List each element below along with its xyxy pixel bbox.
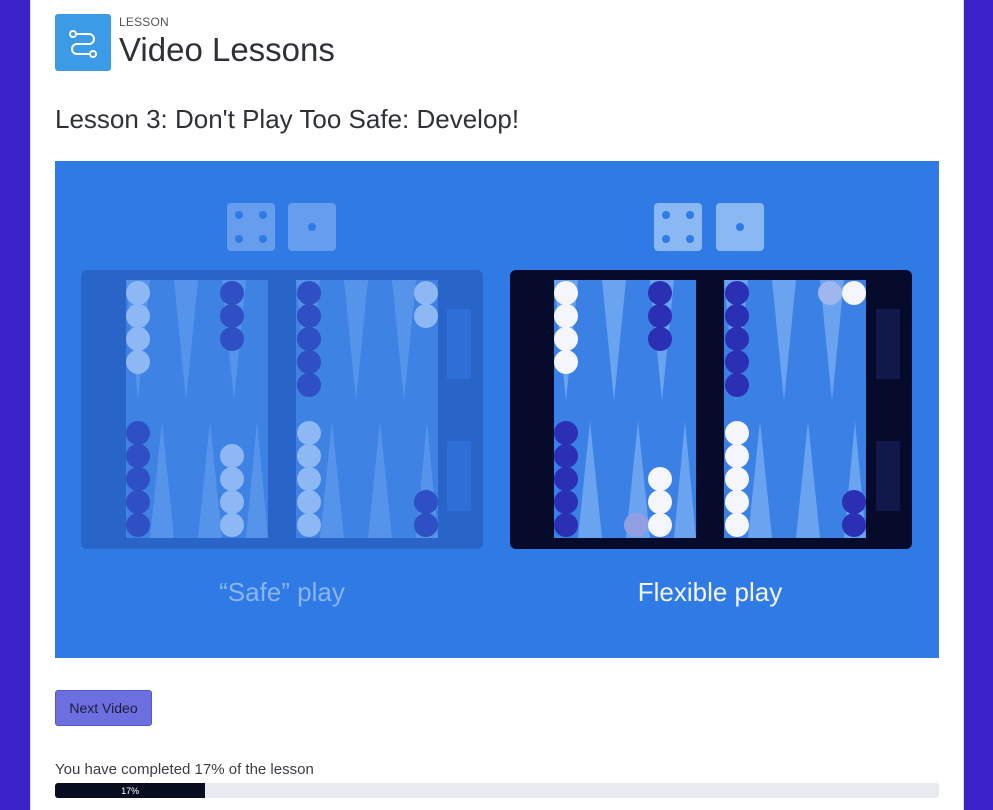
route-icon (55, 14, 111, 71)
progress-label: 17% (121, 785, 140, 796)
progress-text: You have completed 17% of the lesson (55, 761, 314, 778)
board-flexible-play (510, 270, 912, 549)
video-player[interactable]: “Safe” play Flexible play (55, 161, 939, 658)
lesson-page: LESSON Video Lessons Lesson 3: Don't Pla… (31, 0, 963, 810)
caption-safe-play: “Safe” play (219, 577, 345, 607)
page-title: Video Lessons (119, 31, 335, 68)
next-video-button[interactable]: Next Video (55, 690, 152, 726)
progress-fill: 17% (55, 783, 206, 798)
lesson-title: Lesson 3: Don't Play Too Safe: Develop! (55, 104, 520, 134)
progress-bar: 17% (55, 783, 939, 798)
board-safe-play (81, 270, 483, 549)
caption-flexible-play: Flexible play (638, 577, 783, 607)
section-kicker: LESSON (119, 15, 169, 29)
